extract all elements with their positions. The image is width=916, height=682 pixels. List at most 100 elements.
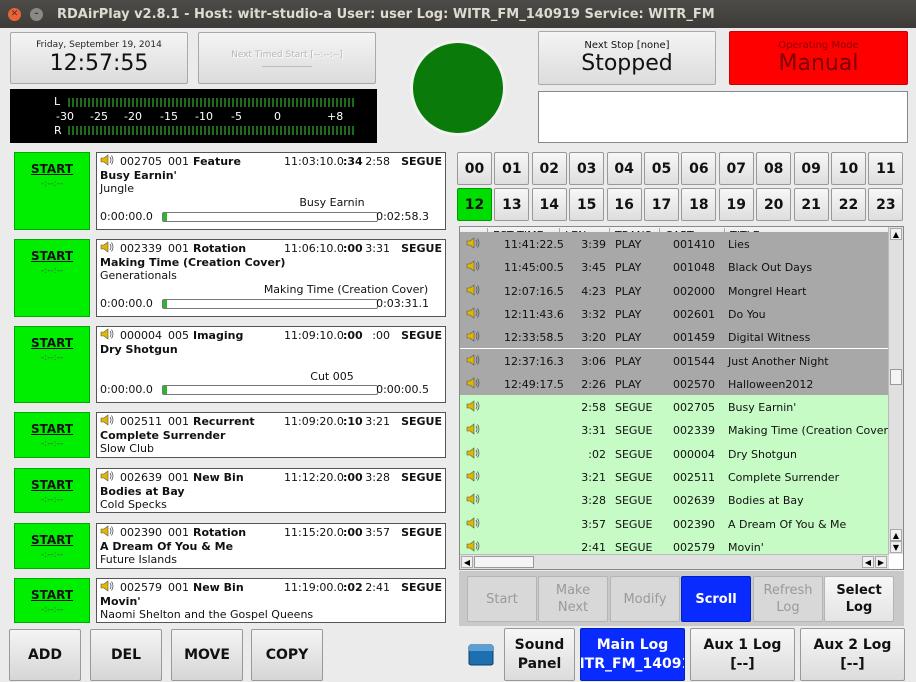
hour-button-01[interactable]: 01: [494, 152, 530, 185]
hour-button-13[interactable]: 13: [494, 188, 530, 221]
cart-length: 2:41: [365, 581, 390, 594]
log-start-button[interactable]: Start: [467, 576, 537, 622]
close-window-icon[interactable]: ✕: [8, 7, 21, 21]
scroll-button[interactable]: Scroll: [681, 576, 751, 622]
cart-slot[interactable]: 002390 001 Rotation 11:15:20.0 :00 3:57 …: [96, 523, 446, 569]
log-row[interactable]: 12:49:17.5 2:26 PLAY 002570 Halloween201…: [460, 371, 889, 396]
add-button[interactable]: ADD: [9, 629, 81, 681]
log-row[interactable]: 2:58 SEGUE 002705 Busy Earnin': [460, 395, 889, 419]
hour-button-16[interactable]: 16: [606, 188, 642, 221]
refresh-log-button[interactable]: Refresh Log: [753, 576, 823, 622]
hour-button-17[interactable]: 17: [644, 188, 679, 221]
clock-date: Friday, September 19, 2014: [36, 40, 162, 50]
start-button[interactable]: START -:--:--: [14, 523, 90, 569]
hour-button-02[interactable]: 02: [531, 152, 567, 185]
log-row[interactable]: 11:45:00.5 3:45 PLAY 001048 Black Out Da…: [460, 255, 889, 279]
minimize-window-icon[interactable]: –: [30, 7, 43, 21]
cart-talk-time: :00: [343, 526, 363, 539]
delete-button[interactable]: DEL: [90, 629, 162, 681]
make-next-button[interactable]: Make Next: [538, 576, 608, 622]
log-list[interactable]: EST TIME LEN TRANS CART TITLE 11:41:22.5…: [459, 226, 904, 570]
log-est-time: 12:49:17.5: [504, 377, 564, 391]
next-timed-start-button[interactable]: Next Timed Start [--:--:--]: [198, 32, 376, 84]
hour-button-03[interactable]: 03: [569, 152, 605, 185]
cart-talk-time: :00: [343, 471, 363, 484]
cart-slot[interactable]: 000004 005 Imaging 11:09:10.0 :00 :00 SE…: [96, 326, 446, 403]
cart-number: 000004: [120, 329, 162, 342]
aux1-log-button[interactable]: Aux 1 Log [--]: [690, 628, 795, 681]
hour-button-12[interactable]: 12: [457, 188, 492, 221]
operating-mode-button[interactable]: Operating Mode Manual: [729, 31, 908, 85]
cart-slot[interactable]: 002339 001 Rotation 11:06:10.0 :00 3:31 …: [96, 239, 446, 317]
log-title: Mongrel Heart: [728, 284, 807, 298]
hour-button-11[interactable]: 11: [868, 152, 904, 185]
sound-panel-button[interactable]: Sound Panel: [504, 628, 575, 681]
log-title: Black Out Days: [728, 261, 813, 275]
move-button[interactable]: MOVE: [171, 629, 243, 681]
hour-button-18[interactable]: 18: [681, 188, 717, 221]
clock-panel[interactable]: Friday, September 19, 2014 12:57:55: [10, 32, 188, 84]
hour-button-22[interactable]: 22: [831, 188, 866, 221]
next-stop-panel[interactable]: Next Stop [none] Stopped: [538, 31, 716, 85]
log-row[interactable]: 12:33:58.5 3:20 PLAY 001459 Digital Witn…: [460, 325, 889, 349]
vu-scale-label: -30: [56, 110, 74, 123]
log-vertical-scroll-thumb[interactable]: [890, 369, 902, 385]
speaker-icon: [466, 353, 480, 369]
hour-button-05[interactable]: 05: [644, 152, 679, 185]
cart-slot[interactable]: 002639 001 New Bin 11:12:20.0 :00 3:28 S…: [96, 468, 446, 513]
log-transition: SEGUE: [615, 517, 653, 531]
hour-button-10[interactable]: 10: [831, 152, 866, 185]
hour-button-00[interactable]: 00: [457, 152, 492, 185]
cart-slot[interactable]: 002511 001 Recurrent 11:09:20.0 :10 3:21…: [96, 412, 446, 458]
log-vertical-scrollbar[interactable]: ▲ ▲ ▼: [888, 227, 903, 554]
hour-button-06[interactable]: 06: [681, 152, 717, 185]
hour-button-04[interactable]: 04: [606, 152, 642, 185]
start-button[interactable]: START -:--:--: [14, 412, 90, 458]
log-row[interactable]: 12:07:16.5 4:23 PLAY 002000 Mongrel Hear…: [460, 278, 889, 302]
log-row[interactable]: 12:11:43.6 3:32 PLAY 002601 Do You: [460, 301, 889, 326]
scroll-right-icon[interactable]: ▶: [875, 556, 887, 568]
main-log-button[interactable]: Main Log WITR_FM_140919: [580, 628, 685, 681]
vu-scale-label: -20: [124, 110, 142, 123]
log-horizontal-scroll-thumb[interactable]: [474, 556, 534, 568]
hour-button-08[interactable]: 08: [756, 152, 792, 185]
next-timed-start-label: Next Timed Start [--:--:--]: [231, 49, 343, 60]
hour-button-09[interactable]: 09: [793, 152, 829, 185]
hour-button-14[interactable]: 14: [531, 188, 567, 221]
modify-button[interactable]: Modify: [610, 576, 680, 622]
scroll-left-icon[interactable]: ◀: [862, 556, 874, 568]
scroll-left-icon[interactable]: ◀: [461, 556, 473, 568]
select-log-button[interactable]: Select Log: [824, 576, 894, 622]
log-row[interactable]: 3:31 SEGUE 002339 Making Time (Creation …: [460, 418, 892, 442]
operating-mode-label: Operating Mode: [778, 40, 859, 51]
log-horizontal-scrollbar[interactable]: ◀ ◀ ▶: [460, 554, 889, 569]
hour-button-21[interactable]: 21: [793, 188, 829, 221]
start-countdown: -:--:--: [40, 353, 64, 363]
log-row[interactable]: 3:21 SEGUE 002511 Complete Surrender: [460, 465, 889, 489]
log-row[interactable]: 3:28 SEGUE 002639 Bodies at Bay: [460, 488, 889, 512]
copy-button[interactable]: COPY: [251, 629, 323, 681]
start-button[interactable]: START -:--:--: [14, 468, 90, 513]
hour-button-07[interactable]: 07: [718, 152, 754, 185]
scroll-down-icon[interactable]: ▼: [890, 541, 902, 553]
log-row[interactable]: 3:57 SEGUE 002390 A Dream Of You & Me: [460, 511, 889, 535]
scroll-up-icon[interactable]: ▲: [890, 228, 902, 240]
hour-button-19[interactable]: 19: [718, 188, 754, 221]
scroll-up-icon[interactable]: ▲: [890, 529, 902, 541]
hour-button-20[interactable]: 20: [756, 188, 792, 221]
cart-slot[interactable]: 002705 001 Feature 11:03:10.0 :34 2:58 S…: [96, 152, 446, 230]
log-row[interactable]: 11:41:22.5 3:39 PLAY 001410 Lies: [460, 232, 889, 256]
speaker-icon: [100, 525, 114, 537]
start-button[interactable]: START -:--:--: [14, 239, 90, 317]
log-row[interactable]: 12:37:16.3 3:06 PLAY 001544 Just Another…: [460, 348, 889, 372]
cart-time: 11:09:10.0: [284, 329, 344, 342]
log-row[interactable]: :02 SEGUE 000004 Dry Shotgun: [460, 441, 889, 465]
hour-button-23[interactable]: 23: [868, 188, 904, 221]
start-button[interactable]: START -:--:--: [14, 578, 90, 623]
log-transition: PLAY: [615, 238, 642, 251]
cart-slot[interactable]: 002579 001 New Bin 11:19:00.0 :02 2:41 S…: [96, 578, 446, 623]
start-button[interactable]: START -:--:--: [14, 326, 90, 403]
aux2-log-button[interactable]: Aux 2 Log [--]: [800, 628, 905, 681]
hour-button-15[interactable]: 15: [569, 188, 605, 221]
start-button[interactable]: START -:--:--: [14, 152, 90, 230]
